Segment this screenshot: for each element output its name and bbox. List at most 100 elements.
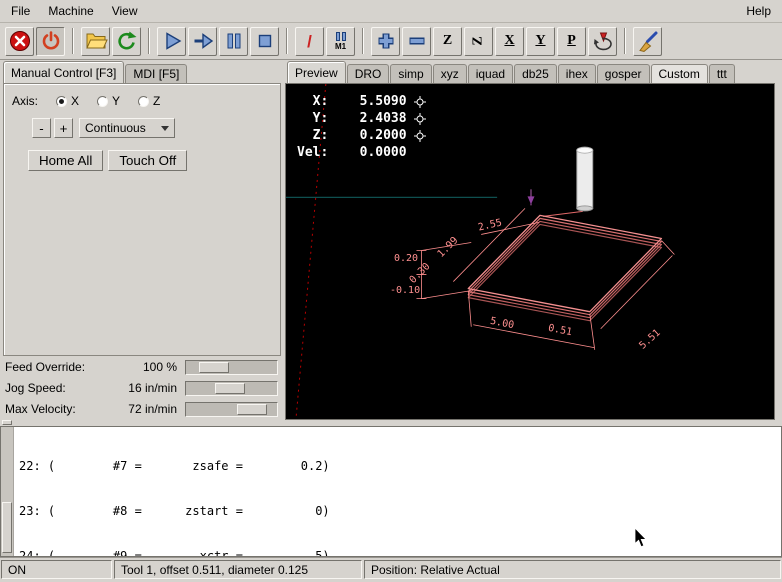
plus-icon [374,29,398,53]
open-folder-icon [84,29,108,53]
jog-row: - + Continuous [32,118,274,138]
linuxcnc-axis-window: File Machine View Help [0,0,782,582]
view-front-letter: Y [535,34,545,48]
origin-cone-icon [528,196,535,204]
axis-y-label: Y [112,94,120,108]
max-velocity-slider[interactable] [185,402,278,417]
statusbar: ON Tool 1, offset 0.511, diameter 0.125 … [0,557,782,582]
power-icon [39,29,63,53]
dimension-label: 0.20 [394,253,418,264]
home-row: Home All Touch Off [28,150,274,171]
view-rotated-top-button[interactable]: Z [464,27,493,56]
control-tabs: Manual Control [F3] MDI [F5] [0,60,284,83]
minus-icon [405,29,429,53]
menu-help[interactable]: Help [737,0,780,22]
feed-override-label: Feed Override: [3,360,119,374]
axis-radio-x[interactable]: X [56,94,79,108]
slider-thumb[interactable] [215,383,245,394]
menubar: File Machine View Help [0,0,782,23]
gcode-scrollbar[interactable] [1,427,14,556]
home-all-button[interactable]: Home All [28,150,103,171]
view-top-button[interactable]: Z [433,27,462,56]
view-front-button[interactable]: Y [526,27,555,56]
rotate-view-button[interactable] [588,27,617,56]
tab-mdi[interactable]: MDI [F5] [125,64,187,83]
tab-ttt[interactable]: ttt [709,64,735,83]
zoom-out-button[interactable] [402,27,431,56]
tab-xyz[interactable]: xyz [433,64,467,83]
stop-button[interactable] [250,27,279,56]
gcode-line[interactable]: 24: ( #9 = xctr = 5) [19,549,776,556]
estop-button[interactable] [5,27,34,56]
reload-button[interactable] [112,27,141,56]
tab-custom[interactable]: Custom [651,64,708,83]
clear-plot-button[interactable] [633,27,662,56]
view-top-letter: Z [443,34,452,48]
tab-db25[interactable]: db25 [514,64,557,83]
pause-icon [222,29,246,53]
view-perspective-button[interactable]: P [557,27,586,56]
slider-thumb[interactable] [199,362,229,373]
jog-increment-dropdown[interactable]: Continuous [79,118,175,138]
skip-lines-button[interactable]: / [295,27,324,56]
tab-ihex[interactable]: ihex [558,64,596,83]
feed-override-slider[interactable] [185,360,278,375]
dro-z: Z: 0.2000 [297,127,407,144]
run-button[interactable] [157,27,186,56]
gcode-line[interactable]: 23: ( #8 = zstart = 0) [19,504,776,519]
run-icon [160,29,184,53]
open-file-button[interactable] [81,27,110,56]
toolbar: / M1 Z Z X Y [0,23,782,60]
brush-icon [636,29,660,53]
menu-view[interactable]: View [103,0,147,22]
preview-tabs: Preview DRO simp xyz iquad db25 ihex gos… [284,60,782,83]
control-panel: Manual Control [F3] MDI [F5] Axis: X Y [0,60,284,420]
menu-machine[interactable]: Machine [39,0,102,22]
tab-gosper[interactable]: gosper [597,64,650,83]
dro-x: X: 5.5090 [297,93,407,110]
dro-vel: Vel: 0.0000 [297,144,407,161]
step-arrow-icon [191,29,215,53]
feed-override-value: 100 % [119,360,177,374]
zoom-in-button[interactable] [371,27,400,56]
slider-thumb[interactable] [237,404,267,415]
tab-dro[interactable]: DRO [347,64,390,83]
axis-radio-z[interactable]: Z [138,94,160,108]
main-area: Manual Control [F3] MDI [F5] Axis: X Y [0,60,782,420]
max-velocity-label: Max Velocity: [3,402,119,416]
machine-power-button[interactable] [36,27,65,56]
toolbar-separator [72,28,74,54]
reload-icon [115,29,139,53]
jog-plus-button[interactable]: + [54,118,73,138]
tab-manual-control[interactable]: Manual Control [F3] [3,61,124,83]
touch-off-button[interactable]: Touch Off [108,150,187,171]
view-rotated-top-letter: Z [472,36,486,45]
tab-preview[interactable]: Preview [287,61,346,83]
pane-sash-grip[interactable] [2,420,12,425]
tab-iquad[interactable]: iquad [468,64,513,83]
jog-speed-row: Jog Speed: 16 in/min [3,378,281,398]
jog-speed-slider[interactable] [185,381,278,396]
pause-button[interactable] [219,27,248,56]
scrollbar-thumb[interactable] [2,502,12,554]
jog-minus-button[interactable]: - [32,118,51,138]
feed-override-row: Feed Override: 100 % [3,357,281,377]
step-button[interactable] [188,27,217,56]
dimension-lines [416,208,674,349]
optional-stop-button[interactable]: M1 [326,27,355,56]
manual-control-frame: Axis: X Y Z - + [3,83,281,356]
axis-label: Axis: [12,94,38,108]
homed-icon [414,113,426,125]
gcode-line[interactable]: 22: ( #7 = zsafe = 0.2) [19,459,776,474]
toolbar-separator [286,28,288,54]
slash-icon: / [307,33,312,50]
tool-info-cell: Tool 1, offset 0.511, diameter 0.125 [114,560,362,579]
menu-file[interactable]: File [2,0,39,22]
view-side-button[interactable]: X [495,27,524,56]
axis-radio-y[interactable]: Y [97,94,120,108]
preview-canvas[interactable]: 2.55 1.99 0.20 0.30 -0.10 5.00 0.51 5.51… [285,83,775,420]
dimension-label: -0.10 [390,285,420,296]
jog-speed-label: Jog Speed: [3,381,119,395]
tab-simp[interactable]: simp [390,64,431,83]
stop-icon [253,29,277,53]
